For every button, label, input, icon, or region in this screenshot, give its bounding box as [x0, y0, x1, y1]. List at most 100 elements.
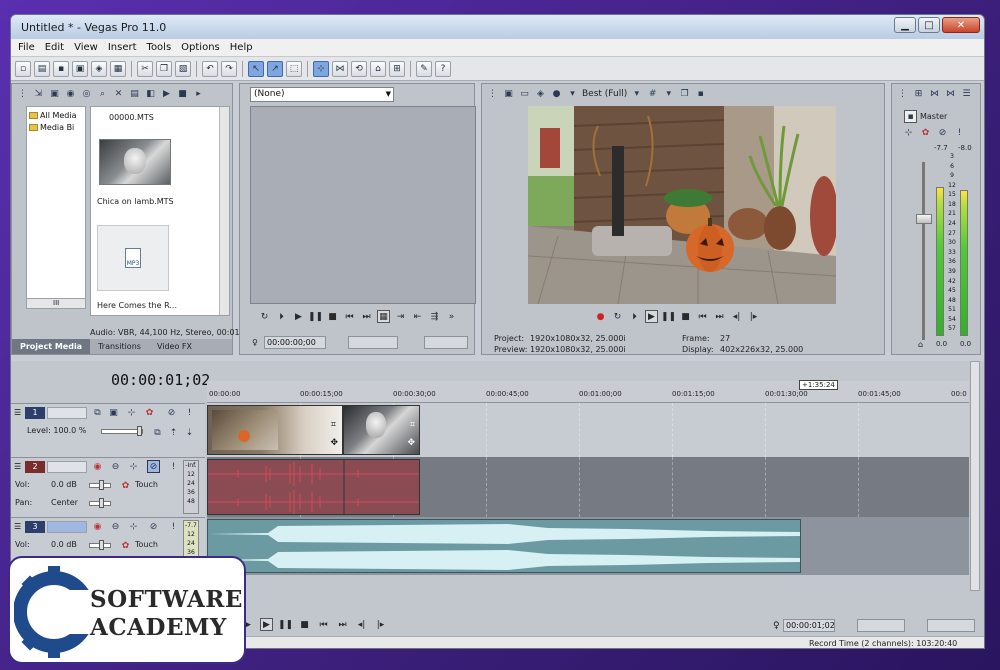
media-fx-icon[interactable]: ◧: [144, 88, 157, 101]
track-name-field[interactable]: [47, 461, 87, 473]
preview-quality[interactable]: Best (Full): [582, 89, 627, 99]
next-frame-icon[interactable]: |▸: [747, 310, 760, 323]
trim-out-icon[interactable]: ⇤: [411, 310, 424, 323]
render-icon[interactable]: ◈: [91, 60, 107, 77]
get-media-web-icon[interactable]: ◉: [64, 88, 77, 101]
envelope-tool-icon[interactable]: ↗: [267, 60, 283, 77]
timeline-vertical-scrollbar[interactable]: [970, 361, 980, 591]
clip-fx-icon[interactable]: ✥: [330, 438, 338, 448]
menu-file[interactable]: File: [13, 42, 40, 53]
track-fx-icon[interactable]: ✿: [119, 479, 132, 492]
clip-crop-icon[interactable]: ⌗: [410, 420, 415, 430]
tree-horizontal-scrollbar[interactable]: III: [26, 298, 86, 309]
import-media-icon[interactable]: ⇲: [32, 88, 45, 101]
chevron-down-icon[interactable]: ▾: [630, 88, 643, 101]
motion-icon[interactable]: ▣: [107, 406, 120, 419]
chevron-down-icon[interactable]: ▾: [662, 88, 675, 101]
mute-icon[interactable]: ⊘: [165, 406, 178, 419]
media-file-name[interactable]: Chica on lamb.MTS: [97, 197, 174, 206]
auto-ripple-icon[interactable]: ⟲: [351, 60, 367, 77]
media-properties-icon[interactable]: ▤: [128, 88, 141, 101]
selection-length-field[interactable]: [927, 619, 975, 632]
automation-icon[interactable]: ⊹: [902, 126, 915, 139]
copy-icon[interactable]: ❐: [156, 60, 172, 77]
pan-slider-knob[interactable]: [99, 498, 104, 508]
previous-frame-icon[interactable]: ◂|: [730, 310, 743, 323]
stop-icon[interactable]: ■: [326, 310, 339, 323]
undo-icon[interactable]: ↶: [202, 60, 218, 77]
stop-icon[interactable]: ■: [298, 618, 311, 631]
ignore-grouping-icon[interactable]: ⊞: [389, 60, 405, 77]
open-folder-icon[interactable]: ▤: [34, 60, 50, 77]
snapping-icon[interactable]: ⊹: [313, 60, 329, 77]
volume-slider-knob[interactable]: [99, 540, 104, 550]
trimmer-dropdown[interactable]: (None) ▼: [250, 87, 394, 102]
mute-icon[interactable]: ⊘: [936, 126, 949, 139]
split-screen-icon[interactable]: ●: [550, 88, 563, 101]
external-monitor-icon[interactable]: ▭: [518, 88, 531, 101]
compositing-child-icon[interactable]: ⧉: [151, 426, 164, 439]
downmix-icon[interactable]: ⋈: [928, 88, 941, 101]
automation-mode[interactable]: Touch: [135, 540, 158, 549]
properties-icon[interactable]: ▦: [110, 60, 126, 77]
menu-tools[interactable]: Tools: [142, 42, 177, 53]
audio-clip-music[interactable]: [207, 519, 801, 573]
selection-start-field[interactable]: [857, 619, 905, 632]
automation-icon[interactable]: ⊹: [125, 406, 138, 419]
preview-device-icon[interactable]: ▣: [502, 88, 515, 101]
composite-mode-icon[interactable]: ⧉: [91, 406, 104, 419]
media-file-name[interactable]: Here Comes the R...: [97, 301, 177, 310]
volume-slider-knob[interactable]: [99, 480, 104, 490]
cursor-time-field[interactable]: 00:00:01;02: [783, 619, 835, 632]
track-collapse-icon[interactable]: ☰: [14, 522, 21, 531]
save-icon[interactable]: ▪: [53, 60, 69, 77]
save-as-icon[interactable]: ▣: [72, 60, 88, 77]
menu-view[interactable]: View: [69, 42, 103, 53]
add-to-timeline-icon[interactable]: ⇶: [428, 310, 441, 323]
audio-track-lane-2[interactable]: [207, 457, 969, 517]
go-to-end-icon[interactable]: ⏭: [360, 310, 373, 323]
video-fx-icon[interactable]: ◈: [534, 88, 547, 101]
maximize-button[interactable]: □: [918, 17, 940, 33]
go-to-end-icon[interactable]: ⏭: [336, 618, 349, 631]
automation-mode[interactable]: Touch: [135, 480, 158, 489]
invert-phase-icon[interactable]: ⊖: [109, 520, 122, 533]
track-name-field[interactable]: [47, 407, 87, 419]
close-button[interactable]: ✕: [942, 17, 980, 33]
play-from-start-icon[interactable]: ⏵: [275, 310, 288, 323]
play-preview-icon[interactable]: ▶: [160, 88, 173, 101]
master-fx-bypass-icon[interactable]: ✿: [919, 126, 932, 139]
tree-item-media-bins[interactable]: Media Bi: [29, 121, 83, 133]
track-fx-icon[interactable]: ✿: [143, 406, 156, 419]
play-from-start-icon[interactable]: ▶: [260, 618, 273, 631]
media-thumbnail-dog[interactable]: [99, 139, 171, 185]
pause-icon[interactable]: ❚❚: [308, 310, 323, 323]
menu-insert[interactable]: Insert: [103, 42, 142, 53]
solo-icon[interactable]: !: [953, 126, 966, 139]
menu-options[interactable]: Options: [176, 42, 225, 53]
cut-icon[interactable]: ✂: [137, 60, 153, 77]
trim-in-icon[interactable]: ⇥: [394, 310, 407, 323]
next-frame-icon[interactable]: |▸: [374, 618, 387, 631]
whats-this-help-icon[interactable]: ?: [435, 60, 451, 77]
solo-icon[interactable]: !: [167, 460, 180, 473]
menu-help[interactable]: Help: [225, 42, 258, 53]
remove-media-icon[interactable]: ✕: [112, 88, 125, 101]
mute-icon[interactable]: ⊘: [147, 460, 160, 473]
audio-clip-video-sound[interactable]: [207, 459, 420, 515]
tab-transitions[interactable]: Transitions: [90, 339, 149, 354]
trimmer-time-field[interactable]: 00:00:00;00: [264, 336, 326, 349]
make-compositing-child-icon[interactable]: ⇣: [183, 426, 196, 439]
go-to-start-icon[interactable]: ⏮: [343, 310, 356, 323]
solo-icon[interactable]: !: [167, 520, 180, 533]
record-icon[interactable]: ●: [594, 310, 607, 323]
eyedropper-icon[interactable]: ✎: [416, 60, 432, 77]
stop-icon[interactable]: ■: [679, 310, 692, 323]
go-to-start-icon[interactable]: ⏮: [317, 618, 330, 631]
save-snapshot-icon[interactable]: ▪: [694, 88, 707, 101]
normal-edit-tool-icon[interactable]: ↖: [248, 60, 264, 77]
more-icon[interactable]: »: [445, 310, 458, 323]
overlays-icon[interactable]: #: [646, 88, 659, 101]
make-compositing-parent-icon[interactable]: ⇡: [167, 426, 180, 439]
media-vertical-scrollbar[interactable]: [219, 107, 229, 315]
